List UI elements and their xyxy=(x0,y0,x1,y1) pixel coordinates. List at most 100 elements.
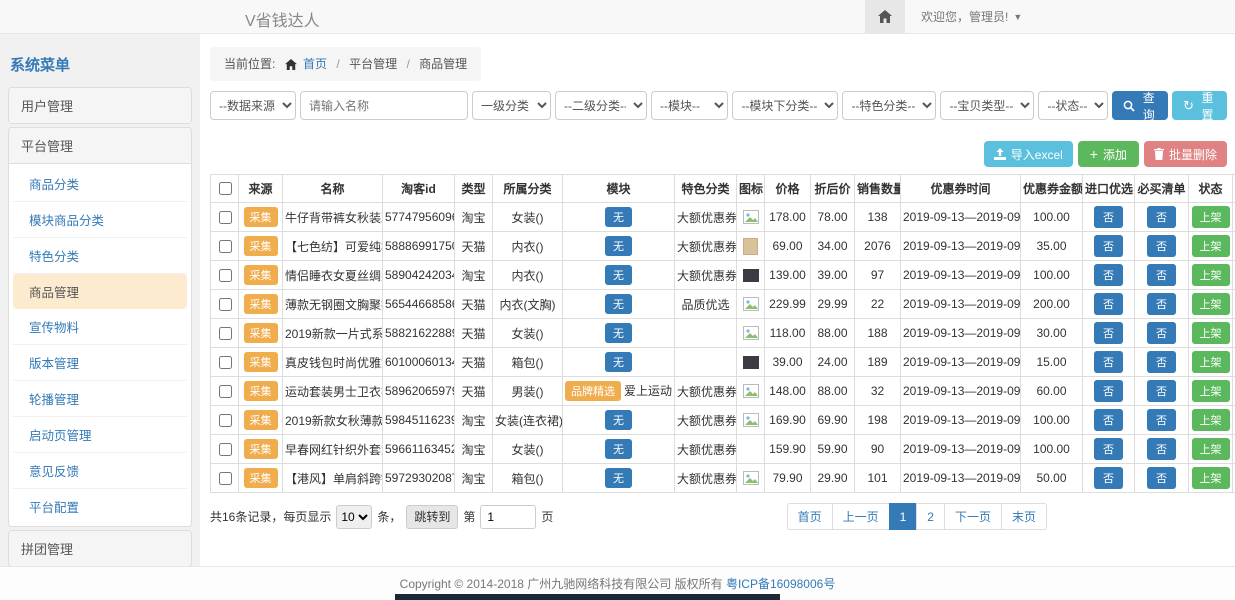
import-select-toggle[interactable]: 否 xyxy=(1094,351,1123,373)
product-category: 内衣() xyxy=(493,232,563,261)
import-select-toggle[interactable]: 否 xyxy=(1094,264,1123,286)
import-select-toggle[interactable]: 否 xyxy=(1094,235,1123,257)
sidebar-subitem-商品管理[interactable]: 商品管理 xyxy=(13,274,187,309)
filter-select-module[interactable]: --模块-- xyxy=(651,91,728,120)
must-buy-toggle[interactable]: 否 xyxy=(1147,380,1176,402)
must-buy-toggle[interactable]: 否 xyxy=(1147,235,1176,257)
image-placeholder-icon xyxy=(743,326,759,340)
row-checkbox[interactable] xyxy=(219,385,232,398)
status-toggle[interactable]: 上架 xyxy=(1192,380,1230,402)
must-buy-toggle[interactable]: 否 xyxy=(1147,438,1176,460)
import-select-toggle[interactable]: 否 xyxy=(1094,206,1123,228)
price: 229.99 xyxy=(765,290,811,319)
must-buy-toggle[interactable]: 否 xyxy=(1147,206,1176,228)
page-button-上一页[interactable]: 上一页 xyxy=(832,503,890,530)
status-toggle[interactable]: 上架 xyxy=(1192,351,1230,373)
name-search-input[interactable] xyxy=(300,91,468,120)
breadcrumb-home-link[interactable]: 首页 xyxy=(303,57,327,71)
sidebar-subitem-宣传物料[interactable]: 宣传物料 xyxy=(13,309,187,345)
import-select-toggle[interactable]: 否 xyxy=(1094,322,1123,344)
sidebar-subitem-商品分类[interactable]: 商品分类 xyxy=(13,166,187,202)
reset-button[interactable]: ↻ 重置 xyxy=(1172,91,1227,120)
row-checkbox[interactable] xyxy=(219,443,232,456)
import-select-toggle[interactable]: 否 xyxy=(1094,467,1123,489)
row-checkbox[interactable] xyxy=(219,356,232,369)
must-buy-toggle[interactable]: 否 xyxy=(1147,351,1176,373)
filter-select-feature-category[interactable]: --特色分类-- xyxy=(842,91,936,120)
icon-cell xyxy=(737,261,765,290)
page-button-下一页[interactable]: 下一页 xyxy=(944,503,1002,530)
page-button-末页[interactable]: 末页 xyxy=(1001,503,1047,530)
row-checkbox[interactable] xyxy=(219,298,232,311)
page-button-2[interactable]: 2 xyxy=(916,503,945,530)
sidebar-subitem-特色分类[interactable]: 特色分类 xyxy=(13,238,187,274)
sidebar-item-user-management[interactable]: 用户管理 xyxy=(9,88,191,123)
icp-link[interactable]: 粤ICP备16098006号 xyxy=(726,575,835,592)
status-toggle[interactable]: 上架 xyxy=(1192,206,1230,228)
status-toggle[interactable]: 上架 xyxy=(1192,409,1230,431)
must-buy-toggle[interactable]: 否 xyxy=(1147,293,1176,315)
status-toggle[interactable]: 上架 xyxy=(1192,264,1230,286)
filter-select-item-type[interactable]: --宝贝类型-- xyxy=(940,91,1034,120)
row-checkbox[interactable] xyxy=(219,327,232,340)
sidebar-subitem-启动页管理[interactable]: 启动页管理 xyxy=(13,417,187,453)
row-checkbox[interactable] xyxy=(219,211,232,224)
sidebar-item-拼团管理[interactable]: 拼团管理 xyxy=(9,531,191,566)
taoke-id: 588869917501 xyxy=(383,232,455,261)
filter-select-category-l2[interactable]: --二级分类-- xyxy=(555,91,647,120)
must-buy-toggle[interactable]: 否 xyxy=(1147,409,1176,431)
jump-page-input[interactable] xyxy=(480,505,536,529)
filter-select-data-source[interactable]: --数据来源-- xyxy=(210,91,296,120)
filter-select-category-l1[interactable]: 一级分类 xyxy=(472,91,551,120)
import-excel-button[interactable]: 导入excel xyxy=(984,141,1073,167)
status-toggle[interactable]: 上架 xyxy=(1192,235,1230,257)
taoke-id: 601000601341 xyxy=(383,348,455,377)
sidebar-subitem-版本管理[interactable]: 版本管理 xyxy=(13,345,187,381)
page-button-1[interactable]: 1 xyxy=(889,503,918,530)
page-size-select[interactable]: 10 xyxy=(336,505,372,529)
table-row: 采集运动套装男士卫衣初秋...589620659791天猫男装()品牌精选爱上运… xyxy=(211,377,1235,406)
must-buy-toggle[interactable]: 否 xyxy=(1147,467,1176,489)
row-checkbox[interactable] xyxy=(219,240,232,253)
feature-category: 大额优惠券 xyxy=(675,232,737,261)
row-checkbox[interactable] xyxy=(219,472,232,485)
filter-select-status[interactable]: --状态-- xyxy=(1038,91,1108,120)
select-all-checkbox[interactable] xyxy=(219,182,232,195)
sales-count: 22 xyxy=(855,290,901,319)
row-checkbox[interactable] xyxy=(219,269,232,282)
filter-select-module-subcategory[interactable]: --模块下分类-- xyxy=(732,91,838,120)
home-button[interactable] xyxy=(865,0,905,33)
sidebar-item-platform-management[interactable]: 平台管理 xyxy=(9,128,191,163)
must-buy-toggle[interactable]: 否 xyxy=(1147,322,1176,344)
status-toggle[interactable]: 上架 xyxy=(1192,467,1230,489)
sidebar-subitem-意见反馈[interactable]: 意见反馈 xyxy=(13,453,187,489)
status-toggle[interactable]: 上架 xyxy=(1192,293,1230,315)
jump-to-button[interactable]: 跳转到 xyxy=(406,505,458,529)
product-name: 牛仔背带裤女秋装减龄... xyxy=(283,203,383,232)
status-toggle[interactable]: 上架 xyxy=(1192,322,1230,344)
search-button[interactable]: 查询 xyxy=(1112,91,1168,120)
product-thumbnail xyxy=(743,356,759,369)
must-buy-toggle[interactable]: 否 xyxy=(1147,264,1176,286)
taoke-id: 589042420344 xyxy=(383,261,455,290)
plus-icon: + xyxy=(1090,147,1098,161)
product-name: 情侣睡衣女夏丝绸男士... xyxy=(283,261,383,290)
import-select-toggle[interactable]: 否 xyxy=(1094,438,1123,460)
row-checkbox[interactable] xyxy=(219,414,232,427)
discount-price: 34.00 xyxy=(811,232,855,261)
module-none-badge: 无 xyxy=(605,468,632,488)
sidebar-subitem-平台配置[interactable]: 平台配置 xyxy=(13,489,187,524)
import-select-toggle[interactable]: 否 xyxy=(1094,409,1123,431)
status-toggle[interactable]: 上架 xyxy=(1192,438,1230,460)
add-button[interactable]: + 添加 xyxy=(1078,141,1139,167)
sidebar-subitem-轮播管理[interactable]: 轮播管理 xyxy=(13,381,187,417)
sales-count: 97 xyxy=(855,261,901,290)
import-select-toggle[interactable]: 否 xyxy=(1094,293,1123,315)
sidebar-subitem-模块商品分类[interactable]: 模块商品分类 xyxy=(13,202,187,238)
user-menu[interactable]: 欢迎您，管理员! ▼ xyxy=(905,0,1235,33)
table-row: 采集牛仔背带裤女秋装减龄...577479560965淘宝女装()无大额优惠券1… xyxy=(211,203,1235,232)
page-button-首页[interactable]: 首页 xyxy=(787,503,833,530)
module-badge: 品牌精选 xyxy=(565,381,621,401)
batch-delete-button[interactable]: 批量删除 xyxy=(1144,141,1227,167)
import-select-toggle[interactable]: 否 xyxy=(1094,380,1123,402)
